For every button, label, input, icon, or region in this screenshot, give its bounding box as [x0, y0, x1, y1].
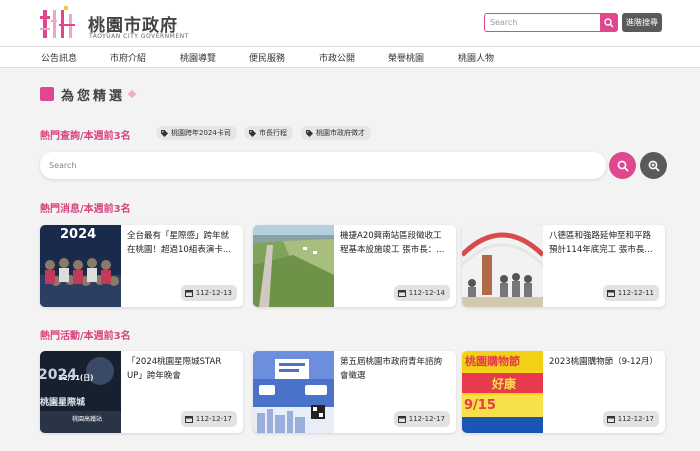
event-thumbnail	[253, 351, 334, 433]
nav-item-services[interactable]: 便民服務	[249, 51, 285, 64]
event-card-text: 「2024桃園星際城STAR UP」跨年晚會	[127, 357, 222, 381]
calendar-icon	[184, 416, 193, 423]
thumb-title-text: 桃園購物節	[465, 355, 520, 368]
zoom-in-icon	[648, 160, 660, 172]
tag-label: 桃園跨年2024卡司	[171, 129, 231, 137]
news-card-text: 全台最有「星際感」跨年就在桃園！超過10組表演卡...	[127, 231, 231, 255]
event-card-text: 第五屆桃園市政府青年諮詢會徵選	[340, 357, 443, 381]
thumb-date-text: 9/15	[464, 398, 496, 413]
hot-events-title: 熱門活動/本週前3名	[40, 331, 131, 342]
advanced-search-circle-button[interactable]	[640, 152, 667, 179]
header-search-input[interactable]: Search	[484, 13, 600, 32]
news-card[interactable]: 機捷A20興南站區段徵收工程基本設施竣工 張市長：... 112-12-14	[253, 225, 456, 307]
thumb-year-text: 2024	[40, 367, 77, 383]
date-badge: 112-12-17	[393, 411, 450, 427]
calendar-icon	[397, 290, 406, 297]
hot-news-title: 熱門消息/本週前3名	[40, 204, 131, 215]
tag-label: 市長行程	[259, 129, 287, 137]
tag-icon	[306, 129, 313, 137]
date-text: 112-12-11	[617, 289, 654, 297]
news-card-text: 機捷A20興南站區段徵收工程基本設施竣工 張市長：...	[340, 231, 445, 255]
news-thumbnail	[462, 225, 543, 307]
calendar-icon	[184, 290, 193, 297]
nav-item-people[interactable]: 桃園人物	[458, 51, 494, 64]
tag-chip[interactable]: 桃園跨年2024卡司	[156, 126, 237, 140]
thumb-year-text: 2024	[60, 227, 97, 242]
news-thumbnail	[253, 225, 334, 307]
news-card-text: 八德區和強路延伸至和平路預計114年底完工 張市長...	[549, 231, 653, 255]
hot-search-title: 熱門查詢/本週前3名	[40, 131, 131, 142]
date-badge: 112-12-17	[602, 411, 659, 427]
tag-chip[interactable]: 市長行程	[244, 126, 293, 140]
event-thumbnail: 桃園購物節 好康 9/15	[462, 351, 543, 433]
nav-item-open-gov[interactable]: 市政公開	[319, 51, 355, 64]
date-badge: 112-12-17	[180, 411, 237, 427]
picks-heading: 為您精選	[40, 84, 137, 104]
tag-icon	[249, 129, 256, 137]
date-text: 112-12-14	[408, 289, 445, 297]
site-header: 桃園市政府 TAOYUAN CITY GOVERNMENT Search 進階搜…	[0, 0, 700, 46]
main-nav: 公告訊息 市府介紹 桃園導覽 便民服務 市政公開 榮譽桃園 桃園人物	[0, 46, 700, 68]
event-card[interactable]: 12/31(日) 2024 桃園星際城 桃園高鐵站 「2024桃園星際城STAR…	[40, 351, 243, 433]
calendar-icon	[606, 290, 615, 297]
picks-title: 為您精選	[61, 88, 126, 104]
city-logo-icon[interactable]	[40, 6, 76, 42]
date-badge: 112-12-13	[180, 285, 237, 301]
tag-label: 桃園市政府徵才	[316, 129, 365, 137]
date-text: 112-12-13	[195, 289, 232, 297]
main-search-button[interactable]	[609, 152, 636, 179]
date-badge: 112-12-11	[602, 285, 659, 301]
event-card[interactable]: 第五屆桃園市政府青年諮詢會徵選 112-12-17	[253, 351, 456, 433]
nav-item-announcements[interactable]: 公告訊息	[41, 51, 77, 64]
search-icon	[604, 17, 614, 27]
tag-icon	[161, 129, 168, 137]
date-badge: 112-12-14	[393, 285, 450, 301]
diamond-deco-icon	[127, 89, 137, 99]
thumb-subtitle-text: 桃園星際城	[40, 398, 86, 408]
site-subtitle: TAOYUAN CITY GOVERNMENT	[89, 33, 189, 40]
square-deco-icon	[40, 87, 54, 101]
search-icon	[617, 160, 629, 172]
calendar-icon	[397, 416, 406, 423]
thumb-place-text: 桃園高鐵站	[72, 416, 103, 423]
event-card-text: 2023桃園購物節（9-12月）	[549, 357, 658, 367]
nav-item-about[interactable]: 市府介紹	[110, 51, 146, 64]
calendar-icon	[606, 416, 615, 423]
date-text: 112-12-17	[408, 415, 445, 423]
news-card[interactable]: 八德區和強路延伸至和平路預計114年底完工 張市長... 112-12-11	[462, 225, 665, 307]
header-search-button[interactable]	[600, 13, 618, 32]
event-card[interactable]: 桃園購物節 好康 9/15 2023桃園購物節（9-12月） 112-12-17	[462, 351, 665, 433]
news-thumbnail: 2024	[40, 225, 121, 307]
date-text: 112-12-17	[195, 415, 232, 423]
advanced-search-button[interactable]: 進階搜尋	[622, 13, 662, 32]
date-text: 112-12-17	[617, 415, 654, 423]
event-thumbnail: 12/31(日) 2024 桃園星際城 桃園高鐵站	[40, 351, 121, 433]
tag-chip[interactable]: 桃園市政府徵才	[301, 126, 371, 140]
nav-item-tour[interactable]: 桃園導覽	[180, 51, 216, 64]
nav-item-honors[interactable]: 榮譽桃園	[388, 51, 424, 64]
thumb-mid-text: 好康	[492, 377, 517, 391]
main-search-input[interactable]: Search	[40, 152, 606, 179]
news-card[interactable]: 2024 全台最有「星際感」跨年就在桃園！超過10組表演卡... 112-12-…	[40, 225, 243, 307]
